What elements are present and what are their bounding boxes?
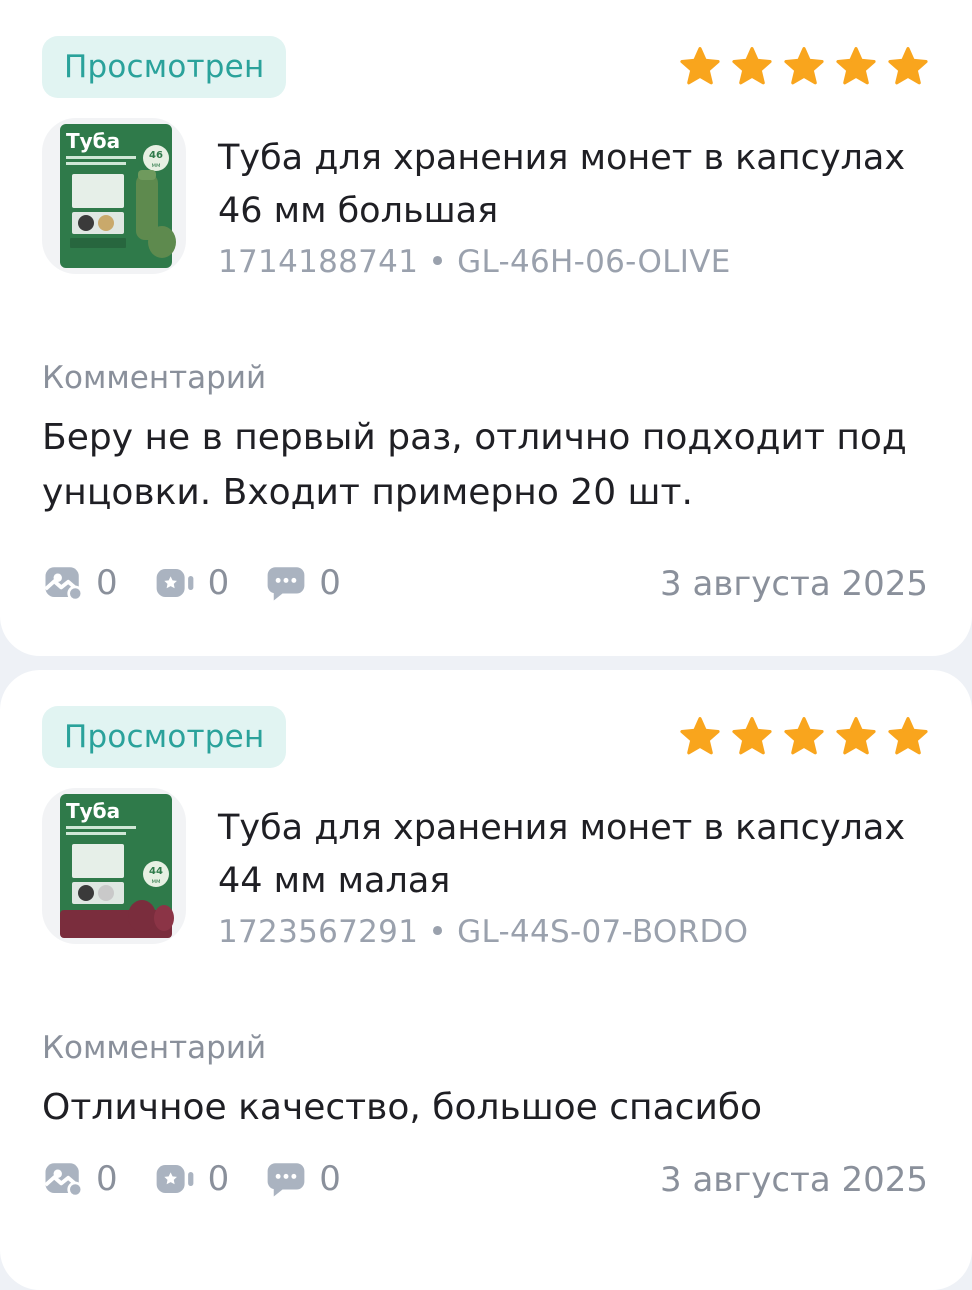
photo-icon bbox=[44, 1163, 84, 1198]
package-heading: Туба bbox=[66, 129, 120, 153]
comment-label: Комментарий bbox=[42, 360, 267, 396]
star-icon bbox=[680, 47, 720, 85]
package-size: 46 bbox=[149, 150, 163, 161]
star-icon bbox=[732, 717, 772, 755]
photos-count: 0 bbox=[96, 1159, 118, 1199]
status-badge: Просмотрен bbox=[42, 36, 287, 98]
review-stats: 0 0 0 bbox=[42, 562, 377, 604]
video-icon bbox=[156, 1165, 194, 1193]
tube-body bbox=[128, 900, 156, 932]
rating-stars bbox=[676, 714, 932, 762]
star-icon bbox=[784, 47, 824, 85]
review-date: 3 августа 2025 bbox=[660, 564, 928, 604]
review-card: Просмотрен Туба 44 мм Туба для хранения … bbox=[0, 670, 972, 1290]
videos-stat[interactable]: 0 bbox=[154, 562, 230, 604]
comment-text: Отличное качество, большое спасибо bbox=[42, 1087, 763, 1128]
product-sku: 1714188741 • GL-46H-06-OLIVE bbox=[218, 244, 731, 280]
comment-text: Беру не в первый раз, отлично подходит п… bbox=[42, 417, 907, 513]
star-icon bbox=[888, 47, 928, 85]
review-card: Просмотрен Туба 46 мм Туба для хранения … bbox=[0, 0, 972, 656]
product-title[interactable]: Туба для хранения монет в капсулах 44 мм… bbox=[218, 802, 918, 908]
star-icon bbox=[836, 717, 876, 755]
photos-count: 0 bbox=[96, 563, 118, 603]
rating-stars bbox=[676, 44, 932, 92]
comments-count: 0 bbox=[319, 1159, 341, 1199]
videos-count: 0 bbox=[207, 563, 230, 603]
package-unit: мм bbox=[151, 878, 160, 885]
star-icon bbox=[888, 717, 928, 755]
comment-icon bbox=[267, 1163, 305, 1197]
package-size: 44 bbox=[149, 866, 163, 877]
review-stats: 0 0 0 bbox=[42, 1158, 377, 1200]
product-sku: 1723567291 • GL-44S-07-BORDO bbox=[218, 914, 749, 950]
star-icon bbox=[680, 717, 720, 755]
product-title[interactable]: Туба для хранения монет в капсулах 46 мм… bbox=[218, 132, 918, 238]
package-unit: мм bbox=[151, 162, 160, 169]
video-icon bbox=[156, 569, 194, 597]
product-image[interactable]: Туба 44 мм bbox=[42, 788, 186, 944]
product-image[interactable]: Туба 46 мм bbox=[42, 118, 186, 274]
star-icon bbox=[784, 717, 824, 755]
comment-icon bbox=[267, 567, 305, 601]
star-icon bbox=[836, 47, 876, 85]
photos-stat[interactable]: 0 bbox=[42, 1158, 118, 1200]
review-date: 3 августа 2025 bbox=[660, 1160, 928, 1200]
star-icon bbox=[732, 47, 772, 85]
status-badge: Просмотрен bbox=[42, 706, 287, 768]
comments-count: 0 bbox=[319, 563, 341, 603]
videos-stat[interactable]: 0 bbox=[154, 1158, 230, 1200]
product-package-image: Туба 44 мм bbox=[60, 794, 174, 938]
product-package-image: Туба 46 мм bbox=[60, 124, 176, 268]
comments-stat[interactable]: 0 bbox=[265, 562, 341, 604]
photo-icon bbox=[44, 567, 84, 602]
comment-label: Комментарий bbox=[42, 1030, 267, 1066]
videos-count: 0 bbox=[207, 1159, 230, 1199]
photos-stat[interactable]: 0 bbox=[42, 562, 118, 604]
package-heading: Туба bbox=[66, 799, 120, 823]
comments-stat[interactable]: 0 bbox=[265, 1158, 341, 1200]
